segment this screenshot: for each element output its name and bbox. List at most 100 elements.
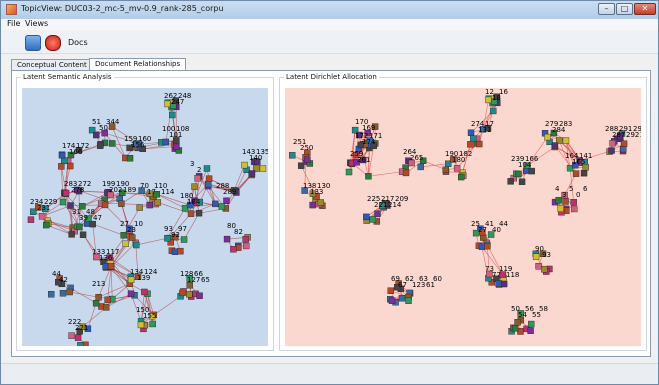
document-node[interactable] bbox=[365, 173, 372, 180]
document-node[interactable] bbox=[171, 248, 179, 255]
document-node[interactable] bbox=[555, 197, 562, 204]
document-node[interactable] bbox=[58, 152, 66, 159]
document-node[interactable] bbox=[122, 240, 129, 247]
document-node[interactable] bbox=[187, 210, 195, 217]
document-node[interactable] bbox=[467, 141, 474, 148]
document-node[interactable] bbox=[374, 210, 381, 217]
document-node[interactable] bbox=[101, 201, 109, 209]
lda-graph[interactable]: 12181617016925125017217417127413117 27928… bbox=[285, 88, 641, 346]
document-node[interactable] bbox=[571, 205, 578, 213]
document-node[interactable] bbox=[77, 342, 84, 346]
document-node[interactable] bbox=[66, 288, 73, 296]
document-node[interactable] bbox=[562, 198, 569, 205]
document-node[interactable] bbox=[38, 213, 46, 220]
document-node[interactable] bbox=[154, 199, 162, 206]
document-node[interactable] bbox=[388, 297, 396, 304]
document-node[interactable] bbox=[68, 332, 75, 339]
document-node[interactable] bbox=[136, 204, 143, 211]
document-node[interactable] bbox=[551, 142, 559, 149]
menu-views[interactable]: Views bbox=[25, 19, 48, 28]
document-node[interactable] bbox=[107, 263, 115, 270]
document-node[interactable] bbox=[43, 221, 50, 229]
document-node[interactable] bbox=[59, 198, 67, 206]
document-node[interactable] bbox=[196, 292, 203, 299]
document-node[interactable] bbox=[48, 291, 55, 298]
document-node[interactable] bbox=[109, 140, 116, 147]
document-node[interactable] bbox=[475, 140, 483, 148]
document-node[interactable] bbox=[179, 289, 186, 297]
document-node[interactable] bbox=[205, 175, 213, 182]
document-node[interactable] bbox=[27, 216, 35, 223]
document-node[interactable] bbox=[61, 157, 68, 164]
document-node[interactable] bbox=[164, 100, 171, 108]
document-node[interactable] bbox=[66, 162, 74, 170]
document-node[interactable] bbox=[127, 290, 135, 297]
menu-file[interactable]: File bbox=[7, 19, 20, 28]
document-node[interactable] bbox=[511, 325, 519, 332]
document-node[interactable] bbox=[608, 147, 615, 154]
document-node[interactable] bbox=[180, 236, 188, 243]
document-node[interactable] bbox=[442, 166, 449, 173]
document-node[interactable] bbox=[620, 145, 627, 153]
document-node[interactable] bbox=[186, 291, 193, 298]
document-node[interactable] bbox=[118, 200, 125, 207]
document-node[interactable] bbox=[164, 234, 171, 242]
document-node[interactable] bbox=[149, 320, 156, 328]
document-node[interactable] bbox=[191, 183, 198, 190]
document-node[interactable] bbox=[485, 96, 492, 104]
document-node[interactable] bbox=[289, 152, 296, 159]
document-node[interactable] bbox=[458, 173, 465, 181]
document-node[interactable] bbox=[480, 234, 487, 241]
document-node[interactable] bbox=[467, 129, 475, 136]
document-node[interactable] bbox=[317, 199, 325, 206]
document-node[interactable] bbox=[102, 304, 110, 311]
document-node[interactable] bbox=[557, 205, 564, 212]
document-node[interactable] bbox=[484, 242, 491, 250]
document-node[interactable] bbox=[95, 294, 102, 301]
document-node[interactable] bbox=[62, 189, 70, 197]
document-node[interactable] bbox=[495, 280, 502, 287]
document-node[interactable] bbox=[194, 175, 201, 182]
document-node[interactable] bbox=[304, 156, 311, 163]
document-node[interactable] bbox=[58, 163, 65, 170]
document-node[interactable] bbox=[580, 169, 588, 177]
document-node[interactable] bbox=[223, 197, 230, 204]
power-icon[interactable] bbox=[45, 35, 61, 51]
document-node[interactable] bbox=[79, 231, 87, 238]
document-node[interactable] bbox=[507, 178, 514, 185]
document-node[interactable] bbox=[74, 334, 82, 341]
document-node[interactable] bbox=[223, 235, 231, 243]
document-node[interactable] bbox=[137, 321, 145, 329]
document-node[interactable] bbox=[387, 287, 394, 294]
document-node[interactable] bbox=[129, 234, 136, 241]
document-node[interactable] bbox=[169, 111, 176, 119]
document-node[interactable] bbox=[212, 200, 219, 208]
document-node[interactable] bbox=[532, 253, 540, 261]
document-node[interactable] bbox=[405, 297, 412, 304]
document-node[interactable] bbox=[127, 276, 135, 284]
document-node[interactable] bbox=[514, 319, 521, 326]
maximize-button[interactable]: □ bbox=[616, 3, 633, 15]
document-node[interactable] bbox=[518, 178, 526, 185]
document-node[interactable] bbox=[241, 161, 248, 169]
document-node[interactable] bbox=[369, 216, 377, 223]
document-node[interactable] bbox=[93, 131, 100, 139]
document-node[interactable] bbox=[96, 142, 104, 149]
document-node[interactable] bbox=[126, 155, 134, 162]
document-node[interactable] bbox=[478, 243, 486, 250]
document-node[interactable] bbox=[102, 263, 109, 270]
document-node[interactable] bbox=[120, 232, 127, 239]
document-node[interactable] bbox=[490, 107, 497, 115]
document-node[interactable] bbox=[92, 300, 100, 307]
close-button[interactable]: ✕ bbox=[634, 3, 656, 15]
document-node[interactable] bbox=[104, 296, 111, 304]
document-node[interactable] bbox=[68, 231, 75, 238]
document-node[interactable] bbox=[345, 168, 353, 176]
document-node[interactable] bbox=[528, 320, 535, 328]
docs-button[interactable]: Docs bbox=[68, 38, 88, 47]
document-node[interactable] bbox=[570, 199, 577, 206]
document-node[interactable] bbox=[205, 180, 212, 188]
document-node[interactable] bbox=[248, 170, 256, 177]
document-node[interactable] bbox=[59, 290, 67, 297]
document-node[interactable] bbox=[242, 236, 249, 243]
